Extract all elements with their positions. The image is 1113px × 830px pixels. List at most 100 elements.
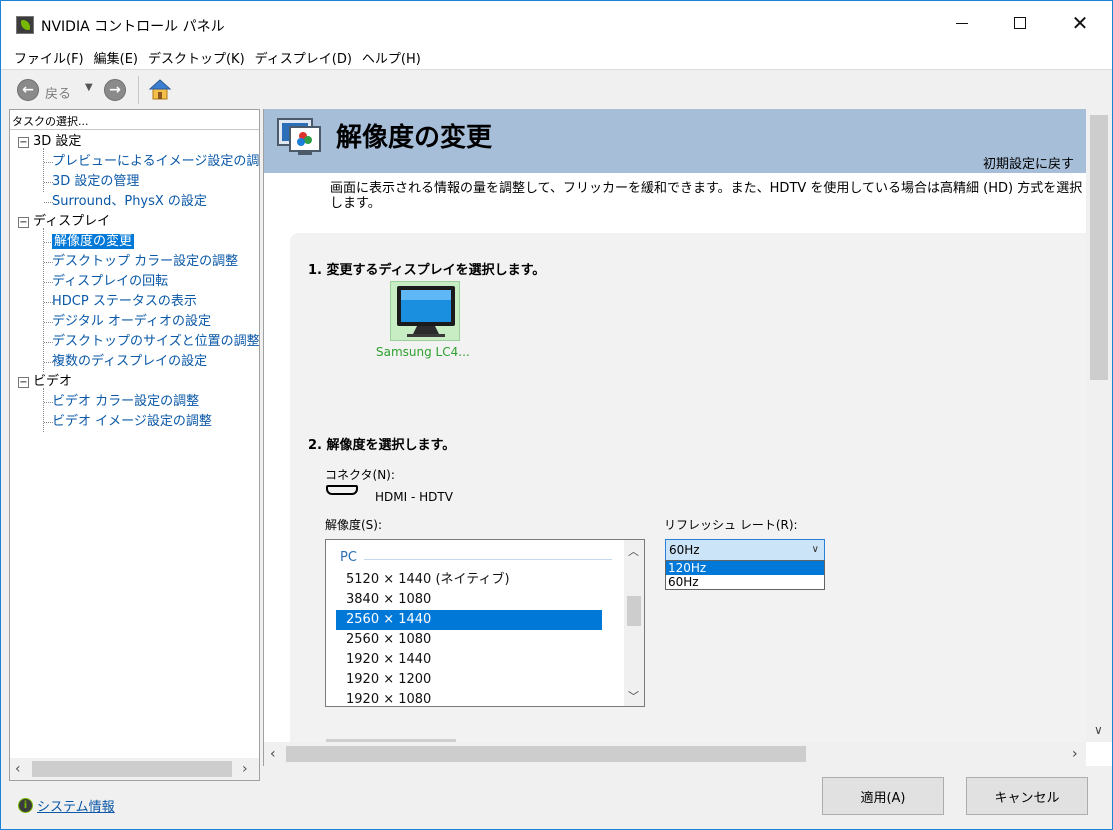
collapse-icon[interactable]: − bbox=[18, 137, 29, 148]
resolution-option[interactable]: 3840 × 1080 bbox=[336, 590, 602, 610]
resolution-option[interactable]: 1920 × 1440 bbox=[336, 650, 602, 670]
menu-bar: ファイル(F) 編集(E) デスクトップ(K) ディスプレイ(D) ヘルプ(H) bbox=[1, 45, 1112, 69]
resolution-option[interactable]: 1920 × 1080 bbox=[336, 690, 602, 706]
resolution-option[interactable]: 5120 × 1440 (ネイティブ) bbox=[336, 570, 602, 590]
app-window: NVIDIA コントロール パネル ✕ ファイル(F) 編集(E) デスクトップ… bbox=[0, 0, 1113, 830]
tree-connector bbox=[43, 388, 44, 432]
task-tree: − 3D 設定 プレビューによるイメージ設定の調整 3D 設定の管理 Surro… bbox=[10, 132, 259, 756]
scroll-left-icon[interactable]: ‹ bbox=[15, 761, 21, 777]
task-pane-hscrollbar[interactable]: ‹ › bbox=[10, 758, 259, 780]
maximize-icon bbox=[1014, 17, 1026, 29]
tree-item-preview-image[interactable]: プレビューによるイメージ設定の調整 bbox=[52, 152, 259, 172]
display-name[interactable]: Samsung LC4... bbox=[376, 345, 470, 359]
resolution-label: 解像度(S): bbox=[325, 518, 383, 532]
scroll-thumb[interactable] bbox=[32, 761, 232, 777]
scroll-thumb[interactable] bbox=[286, 746, 806, 762]
resolution-option[interactable]: 1920 × 1200 bbox=[336, 670, 602, 690]
forward-button[interactable]: → bbox=[104, 79, 126, 101]
collapse-icon[interactable]: − bbox=[18, 217, 29, 228]
page-title: 解像度の変更 bbox=[336, 123, 493, 153]
tree-item-manage-3d[interactable]: 3D 設定の管理 bbox=[52, 172, 139, 192]
monitor-icon bbox=[397, 286, 455, 337]
content-vscrollbar[interactable]: ∨ bbox=[1086, 109, 1112, 742]
collapse-icon[interactable]: − bbox=[18, 377, 29, 388]
resolution-scrollbar[interactable]: ︿ ﹀ bbox=[624, 540, 644, 706]
resolution-option[interactable]: 2560 × 1080 bbox=[336, 630, 602, 650]
tree-item-video-image[interactable]: ビデオ イメージ設定の調整 bbox=[52, 412, 212, 432]
menu-edit[interactable]: 編集(E) bbox=[89, 48, 143, 67]
back-button[interactable]: ← bbox=[17, 79, 39, 101]
refresh-rate-label: リフレッシュ レート(R): bbox=[664, 518, 798, 532]
back-label[interactable]: 戻る bbox=[45, 83, 71, 102]
refresh-rate-dropdown-list: 120Hz 60Hz bbox=[665, 560, 825, 590]
tree-item-multiple-displays[interactable]: 複数のディスプレイの設定 bbox=[52, 352, 207, 372]
hdmi-icon bbox=[326, 485, 358, 495]
maximize-button[interactable] bbox=[991, 1, 1049, 45]
system-info-link[interactable]: システム情報 bbox=[37, 796, 115, 815]
settings-panel: 1. 変更するディスプレイを選択します。 Samsung LC4... 2. 解… bbox=[290, 233, 1086, 753]
content-hscrollbar[interactable]: ‹ › bbox=[264, 742, 1086, 766]
task-pane: タスクの選択... − 3D 設定 プレビューによるイメージ設定の調整 3D 設… bbox=[9, 109, 260, 781]
tree-item-hdcp-status[interactable]: HDCP ステータスの表示 bbox=[52, 292, 197, 312]
menu-help[interactable]: ヘルプ(H) bbox=[357, 48, 426, 67]
tree-item-label: HDCP ステータスの表示 bbox=[52, 294, 197, 309]
tree-item-label: デジタル オーディオの設定 bbox=[52, 314, 211, 329]
page-header: 解像度の変更 初期設定に戻す bbox=[264, 109, 1086, 173]
title-bar[interactable]: NVIDIA コントロール パネル ✕ bbox=[1, 1, 1112, 45]
scroll-thumb[interactable] bbox=[627, 596, 641, 626]
tree-item-label: プレビューによるイメージ設定の調整 bbox=[52, 154, 259, 169]
minimize-icon bbox=[956, 22, 968, 24]
menu-display[interactable]: ディスプレイ(D) bbox=[250, 48, 357, 67]
tree-item-video-color[interactable]: ビデオ カラー設定の調整 bbox=[52, 392, 199, 412]
tree-category-label: ビデオ bbox=[33, 374, 73, 389]
scroll-left-icon[interactable]: ‹ bbox=[270, 746, 276, 762]
toolbar-separator bbox=[138, 76, 139, 104]
restore-defaults-link[interactable]: 初期設定に戻す bbox=[983, 153, 1074, 172]
refresh-rate-select[interactable]: 60Hz ∨ bbox=[665, 539, 825, 561]
refresh-option-highlighted[interactable]: 120Hz bbox=[666, 561, 824, 575]
chevron-down-icon: ∨ bbox=[811, 544, 819, 555]
connector-value: HDMI - HDTV bbox=[375, 490, 453, 504]
scroll-down-icon[interactable]: ﹀ bbox=[628, 688, 639, 704]
task-pane-header: タスクの選択... bbox=[10, 110, 259, 130]
scroll-thumb[interactable] bbox=[1090, 115, 1108, 380]
back-history-dropdown-icon[interactable]: ▼ bbox=[85, 82, 93, 93]
refresh-rate-value: 60Hz bbox=[669, 543, 700, 557]
section-select-display: 1. 変更するディスプレイを選択します。 bbox=[308, 263, 546, 278]
cancel-button[interactable]: キャンセル bbox=[966, 777, 1088, 815]
tree-item-label: 3D 設定の管理 bbox=[52, 174, 140, 189]
tree-item-label: ディスプレイの回転 bbox=[52, 274, 169, 289]
scroll-up-icon[interactable]: ︿ bbox=[628, 543, 639, 559]
apply-button[interactable]: 適用(A) bbox=[822, 777, 944, 815]
tree-item-label: ビデオ イメージ設定の調整 bbox=[52, 414, 212, 429]
display-tile[interactable] bbox=[390, 281, 460, 341]
menu-desktop[interactable]: デスクトップ(K) bbox=[143, 48, 250, 67]
scroll-down-icon[interactable]: ∨ bbox=[1094, 723, 1103, 737]
close-icon: ✕ bbox=[1071, 11, 1089, 35]
tree-item-rotate-display[interactable]: ディスプレイの回転 bbox=[52, 272, 168, 292]
arrow-left-icon: ← bbox=[22, 82, 34, 98]
scroll-right-icon[interactable]: › bbox=[1072, 746, 1078, 762]
scroll-right-icon[interactable]: › bbox=[242, 761, 248, 777]
menu-file[interactable]: ファイル(F) bbox=[9, 48, 89, 67]
tree-category-label: 3D 設定 bbox=[33, 134, 82, 149]
tree-item-desktop-size[interactable]: デスクトップのサイズと位置の調整 bbox=[52, 332, 259, 352]
tree-item-desktop-color[interactable]: デスクトップ カラー設定の調整 bbox=[52, 252, 238, 272]
minimize-button[interactable] bbox=[933, 1, 991, 45]
tree-item-label: デスクトップのサイズと位置の調整 bbox=[52, 334, 259, 349]
resolution-option-selected[interactable]: 2560 × 1440 bbox=[336, 610, 602, 630]
window-title: NVIDIA コントロール パネル bbox=[41, 19, 225, 35]
home-icon[interactable] bbox=[148, 78, 172, 102]
resolution-listbox[interactable]: PC 5120 × 1440 (ネイティブ) 3840 × 1080 2560 … bbox=[325, 539, 645, 707]
tree-item-digital-audio[interactable]: デジタル オーディオの設定 bbox=[52, 312, 211, 332]
display-settings-icon bbox=[277, 118, 321, 155]
tree-item-change-resolution[interactable]: 解像度の変更 bbox=[52, 232, 135, 252]
tree-item-surround-physx[interactable]: Surround、PhysX の設定 bbox=[52, 192, 207, 212]
refresh-option[interactable]: 60Hz bbox=[666, 575, 824, 589]
close-button[interactable]: ✕ bbox=[1051, 1, 1109, 45]
tree-connector bbox=[43, 228, 44, 372]
section-select-resolution: 2. 解像度を選択します。 bbox=[308, 438, 456, 453]
tree-item-label: ビデオ カラー設定の調整 bbox=[52, 394, 200, 409]
content-pane: 解像度の変更 初期設定に戻す 画面に表示される情報の量を調整して、フリッカーを緩… bbox=[263, 109, 1112, 766]
tree-item-label-selected: 解像度の変更 bbox=[52, 234, 135, 249]
